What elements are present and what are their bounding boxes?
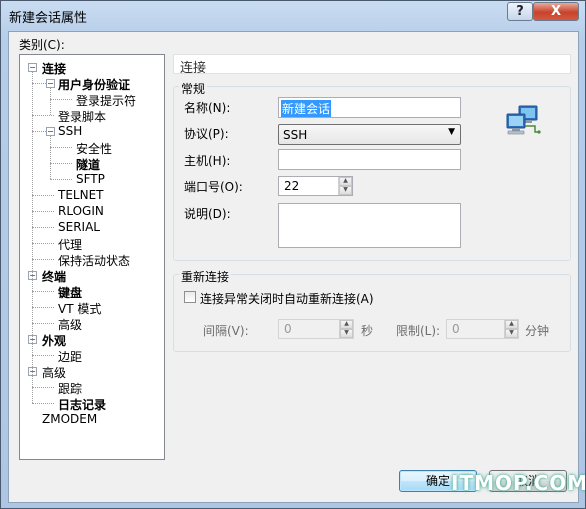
limit-label: 限制(L): [396,324,441,338]
tree-item[interactable]: 用户身份验证 [58,76,130,93]
spin-up-icon[interactable]: ▲ [505,320,518,329]
window-title: 新建会话属性 [9,11,88,26]
tree-item[interactable]: 跟踪 [58,380,82,397]
tree-item[interactable]: SFTP [76,172,105,186]
name-field[interactable]: 新建会话 [278,97,461,118]
tree-connector [50,179,72,180]
category-label: 类别(C): [19,38,65,52]
protocol-select[interactable]: SSH ▼ [278,124,461,145]
protocol-label: 协议(P): [184,127,229,141]
tree-item[interactable]: SERIAL [58,220,100,234]
dialog-client-area: 类别(C): − 连接 − 用户身份验证 登录提示符 登录脚本 − SSH 安全性 隧道 SFTP T… [8,31,579,503]
tree-connector [50,163,72,164]
watermark-text: ITMOP.COM [451,471,586,495]
host-label: 主机(H): [184,154,231,168]
tree-item[interactable]: VT 模式 [58,300,101,317]
tree-item[interactable]: 高级 [42,364,66,381]
tree-connector [50,87,51,115]
tree-connector [32,291,54,292]
protocol-value: SSH [283,128,308,142]
help-button[interactable]: ? [507,2,533,21]
spin-down-icon[interactable]: ▼ [339,186,352,195]
panel-title: 连接 [180,61,207,76]
name-label: 名称(N): [184,101,231,115]
reconnect-group-title: 重新连接 [179,268,232,285]
limit-unit: 分钟 [525,324,550,338]
tree-connector [32,375,33,403]
tree-connector [32,279,33,323]
tree-connector [32,243,54,244]
spin-up-icon[interactable]: ▲ [339,177,352,186]
category-tree[interactable]: − 连接 − 用户身份验证 登录提示符 登录脚本 − SSH 安全性 隧道 SFTP TELNET RL… [19,54,165,460]
tree-item[interactable]: RLOGIN [58,204,104,218]
title-bar[interactable]: 新建会话属性 ? X [1,1,585,31]
spin-up-icon[interactable]: ▲ [340,320,353,329]
host-field[interactable] [278,149,461,170]
session-properties-window: 新建会话属性 ? X 类别(C): − 连接 − 用户身份验证 登录提示符 登录脚本 − SS… [0,0,586,509]
interval-stepper[interactable]: 0 ▲ ▼ [278,319,354,339]
tree-item[interactable]: 登录脚本 [58,108,106,125]
tree-item[interactable]: 边距 [58,348,82,365]
tree-item[interactable]: 日志记录 [58,396,106,413]
auto-reconnect-checkbox[interactable] [184,291,196,303]
port-stepper[interactable]: 22 ▲ ▼ [278,176,353,196]
tree-connector [32,195,54,196]
tree-item[interactable]: 登录提示符 [76,92,136,109]
interval-spin-buttons[interactable]: ▲ ▼ [339,320,353,338]
limit-value: 0 [452,322,460,336]
limit-stepper[interactable]: 0 ▲ ▼ [446,319,519,339]
interval-label: 间隔(V): [203,324,249,338]
description-label: 说明(D): [184,207,231,221]
tree-item[interactable]: 隧道 [76,156,100,173]
tree-connector [32,355,54,356]
tree-connector [50,135,51,179]
description-field[interactable] [278,203,461,248]
tree-item[interactable]: TELNET [58,188,104,202]
tree-item[interactable]: 外观 [42,332,66,349]
spin-down-icon[interactable]: ▼ [505,329,518,338]
reconnect-group [173,274,571,352]
tree-item[interactable]: SSH [58,124,82,138]
interval-unit: 秒 [361,324,374,338]
tree-connector [32,227,54,228]
tree-item[interactable]: 键盘 [58,284,82,301]
general-group-title: 常规 [179,80,208,97]
name-value: 新建会话 [281,100,332,117]
chevron-down-icon: ▼ [448,127,455,137]
network-computers-icon [506,105,541,135]
tree-connector [32,387,54,388]
close-button[interactable]: X [533,2,579,21]
tree-connector [50,99,72,100]
tree-item[interactable]: 终端 [42,268,66,285]
tree-connector [32,211,54,212]
tree-connector [32,259,54,260]
tree-item[interactable]: 代理 [58,236,82,253]
tree-connector [32,307,54,308]
tree-item[interactable]: 安全性 [76,140,112,157]
tree-connector [32,323,54,324]
auto-reconnect-label[interactable]: 连接异常关闭时自动重新连接(A) [200,290,374,307]
tree-connector [32,115,54,116]
interval-value: 0 [284,322,292,336]
tree-item[interactable]: 连接 [42,60,66,77]
port-spin-buttons[interactable]: ▲ ▼ [338,177,352,195]
limit-spin-buttons[interactable]: ▲ ▼ [504,320,518,338]
spin-down-icon[interactable]: ▼ [340,329,353,338]
port-value: 22 [284,179,300,193]
tree-connector [32,343,33,355]
tree-item[interactable]: ZMODEM [42,412,97,426]
panel-header: 连接 [173,54,571,76]
port-label: 端口号(O): [184,180,243,194]
tree-item[interactable]: 保持活动状态 [58,252,130,269]
tree-connector [50,147,72,148]
tree-connector [32,403,54,404]
tree-item[interactable]: 高级 [58,316,82,333]
